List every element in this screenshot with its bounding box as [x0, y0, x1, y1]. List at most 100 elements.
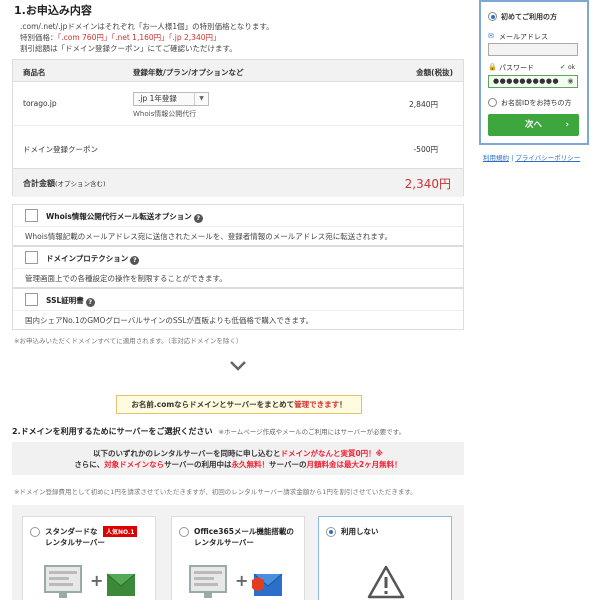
password-ok-label: ok	[568, 64, 576, 71]
help-icon[interactable]: ?	[130, 256, 140, 265]
order-table: 商品名 登録年数/プラン/オプションなど 金額(税抜) torago.jp .j…	[12, 59, 464, 197]
first-time-label: 初めてご利用の方	[501, 13, 557, 21]
login-links: 利用規約 | プライバシーポリシー	[483, 154, 581, 162]
header-plan: 登録年数/プラン/オプションなど	[133, 68, 244, 77]
option-checkbox[interactable]	[25, 251, 38, 264]
server-title-line2: レンタルサーバー	[194, 538, 254, 547]
server-card-office365[interactable]: Office365メール機能搭載の レンタルサーバー +	[171, 516, 305, 600]
svg-text:+: +	[235, 571, 248, 590]
intro-special-prices: 「.com 760円」「.net 1,160円」「.jp 2,340円」	[57, 33, 221, 42]
option-desc: Whois情報記載のメールアドレス宛に送信されたメールを、登録者情報のメールアド…	[25, 232, 392, 241]
option-title: ドメインプロテクション?	[46, 253, 140, 265]
login-panel: 初めてご利用の方 ✉ メールアドレス 🔒 パスワード ✔ ok ●●●●●●●●…	[479, 0, 589, 145]
plan-select[interactable]: .jp 1年登録 ▼	[133, 92, 209, 106]
first-time-radio[interactable]	[488, 12, 497, 21]
total-label: 合計金額(オプション含む)	[23, 178, 106, 189]
coupon-price: -500円	[413, 145, 438, 154]
option-title-text: ドメインプロテクション	[46, 254, 129, 263]
offer-highlight: 永久無料！	[231, 460, 270, 469]
section2-note: ※ドメイン登録費用として初めに1円を請求させていただきますが、初回のレンタルサー…	[14, 488, 417, 496]
lock-icon: 🔒	[488, 63, 497, 71]
option-desc: 国内シェアNo.1のGMOグローバルサインのSSLが直販よりも低価格で購入できま…	[25, 316, 314, 325]
server-card-none[interactable]: 利用しない	[318, 516, 452, 600]
chevron-down-icon	[230, 361, 246, 371]
offer-text: サーバーの利用中は	[164, 460, 232, 469]
server-radio[interactable]	[179, 527, 189, 537]
promo-prefix: お名前.comならドメインとサーバーをまとめて	[131, 400, 295, 409]
option-desc: 管理画面上での各種設定の操作を制限することができます。	[25, 274, 227, 283]
plan-select-value: .jp 1年登録	[138, 94, 177, 103]
promo-suffix: ！	[339, 400, 347, 409]
eye-icon[interactable]: ◉	[567, 76, 574, 87]
coupon-name: ドメイン登録クーポン	[23, 145, 98, 154]
check-icon: ✔	[560, 63, 566, 71]
total-label-note: (オプション含む)	[55, 180, 106, 188]
option-title: Whois情報公開代行メール転送オプション?	[46, 211, 203, 223]
domain-price: 2,840円	[409, 100, 438, 109]
table-row-total: 合計金額(オプション含む) 2,340円	[13, 169, 463, 197]
offer-line-2: さらに、対象ドメインならサーバーの利用中は永久無料！サーバーの月額料金は最大2ヶ…	[12, 459, 464, 470]
server-offer-banner: 以下のいずれかのレンタルサーバーを同時に申し込むとドメインがなんと実質0円！※ …	[12, 442, 464, 475]
header-name: 商品名	[23, 68, 46, 77]
server-title-line2: レンタルサーバー	[45, 538, 105, 547]
option-whois-forward: Whois情報公開代行メール転送オプション? Whois情報記載のメールアドレス…	[12, 204, 464, 246]
server-illustration-icon: +	[44, 565, 136, 598]
intro-line-1: .com/.net/.jpドメインはそれぞれ「お一人様1個」の特別価格となります…	[20, 22, 274, 31]
privacy-link[interactable]: プライバシーポリシー	[515, 154, 580, 162]
help-icon[interactable]: ?	[193, 214, 203, 223]
section1-title: 1.お申込み内容	[14, 4, 92, 17]
server-radio-selected[interactable]	[326, 527, 336, 537]
order-table-header: 商品名 登録年数/プラン/オプションなど 金額(税抜)	[13, 60, 463, 82]
option-head: ドメインプロテクション?	[13, 247, 463, 269]
terms-link[interactable]: 利用規約	[483, 154, 509, 162]
chevron-down-icon: ▼	[194, 93, 208, 105]
options-note: ※お申込みいただくドメインすべてに適用されます。（非対応ドメインを除く）	[14, 337, 243, 345]
svg-text:+: +	[90, 571, 103, 590]
server-options: スタンダードな レンタルサーバー 人気NO.1 + Office365メール機能搭…	[12, 505, 464, 600]
next-button[interactable]: 次へ ›	[488, 114, 579, 136]
offer-line-1: 以下のいずれかのレンタルサーバーを同時に申し込むとドメインがなんと実質0円！※	[12, 448, 464, 459]
domain-name: torago.jp	[23, 99, 57, 108]
option-title: SSL証明書?	[46, 295, 95, 307]
help-icon[interactable]: ?	[85, 298, 95, 307]
warning-icon	[367, 565, 405, 599]
option-checkbox[interactable]	[25, 293, 38, 306]
offer-highlight: ドメインがなんと実質0円！	[280, 449, 376, 458]
popular-badge: 人気NO.1	[103, 526, 138, 537]
total-price: 2,340円	[404, 177, 451, 191]
promo-banner: お名前.comならドメインとサーバーをまとめて管理できます！	[116, 395, 362, 414]
option-title-text: SSL証明書	[46, 296, 84, 305]
intro-line-2: 特別価格：「.com 760円」「.net 1,160円」「.jp 2,340円…	[20, 32, 274, 43]
section2-title-text: 2.ドメインを利用するためにサーバーをご選択ください	[12, 427, 213, 436]
server-card-title: Office365メール機能搭載の レンタルサーバー	[194, 526, 294, 548]
table-row-domain: torago.jp .jp 1年登録 ▼ Whois情報公開代行 2,840円	[13, 82, 463, 126]
total-label-text: 合計金額	[23, 179, 55, 188]
promo-highlight: 管理できます	[294, 400, 340, 409]
server-title-line1: 利用しない	[341, 527, 379, 536]
member-label: お名前IDをお持ちの方	[501, 99, 572, 107]
chevron-right-icon: ›	[565, 120, 569, 130]
offer-text: サーバーの	[269, 460, 307, 469]
member-radio[interactable]	[488, 98, 497, 107]
offer-highlight: 月額料金は最大2ヶ月無料！	[306, 460, 402, 469]
option-title-text: Whois情報公開代行メール転送オプション	[46, 212, 192, 221]
offer-text: ※	[375, 449, 383, 458]
table-row-coupon: ドメイン登録クーポン -500円	[13, 126, 463, 169]
option-ssl: SSL証明書? 国内シェアNo.1のGMOグローバルサインのSSLが直販よりも低…	[12, 288, 464, 330]
header-price: 金額(税抜)	[416, 68, 453, 77]
password-field[interactable]: ●●●●●●●●●● ◉	[488, 75, 578, 88]
plan-note: Whois情報公開代行	[133, 110, 197, 118]
email-label: メールアドレス	[499, 33, 548, 41]
password-label: パスワード	[499, 64, 534, 72]
server-card-standard[interactable]: スタンダードな レンタルサーバー 人気NO.1 +	[22, 516, 156, 600]
server-card-title: 利用しない	[341, 526, 379, 537]
option-domain-protection: ドメインプロテクション? 管理画面上での各種設定の操作を制限することができます。	[12, 246, 464, 288]
offer-highlight: 対象ドメインなら	[104, 460, 165, 469]
server-radio[interactable]	[30, 527, 40, 537]
server-title-line1: スタンダードな	[45, 527, 98, 536]
intro-price-prefix: 特別価格：	[20, 33, 58, 42]
option-head: Whois情報公開代行メール転送オプション?	[13, 205, 463, 227]
intro-text: .com/.net/.jpドメインはそれぞれ「お一人様1個」の特別価格となります…	[20, 21, 274, 54]
email-field[interactable]	[488, 43, 578, 56]
option-checkbox[interactable]	[25, 209, 38, 222]
